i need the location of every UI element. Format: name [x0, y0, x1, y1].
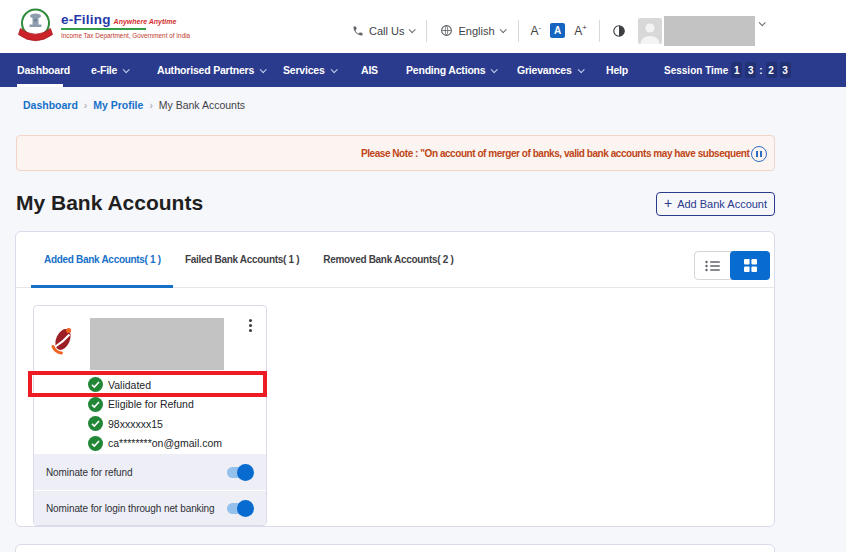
- top-header: e-Filing Anywhere Anytime Income Tax Dep…: [0, 0, 846, 53]
- call-us-label: Call Us: [369, 25, 404, 37]
- chevron-down-icon: [577, 66, 584, 73]
- user-avatar[interactable]: [638, 18, 662, 44]
- brand-tagline: Anywhere Anytime: [114, 18, 177, 25]
- nominate-netbanking-row: Nominate for login through net banking: [34, 490, 266, 526]
- chevron-down-icon: [330, 66, 337, 73]
- tab-failed-bank-accounts[interactable]: Failed Bank Accounts( 1 ): [173, 232, 311, 288]
- nav-authorised-partners[interactable]: Authorised Partners: [157, 53, 265, 87]
- chevron-down-icon: [123, 66, 130, 73]
- header-divider: [426, 20, 427, 42]
- session-digit: 3: [745, 62, 756, 78]
- status-eligible-refund: Eligible for Refund: [34, 395, 266, 415]
- session-digit: 3: [780, 62, 791, 78]
- chevron-down-icon: [260, 66, 267, 73]
- grid-view-button[interactable]: [730, 251, 770, 280]
- check-icon: [88, 416, 103, 431]
- brand-block: e-Filing Anywhere Anytime Income Tax Dep…: [61, 12, 190, 39]
- person-icon: [638, 18, 662, 44]
- next-section-card: [15, 544, 775, 552]
- active-tab-underline: [31, 285, 173, 288]
- list-view-icon: [705, 260, 721, 272]
- nav-help[interactable]: Help: [606, 53, 628, 87]
- session-label: Session Time: [664, 65, 728, 76]
- page-title: My Bank Accounts: [16, 191, 203, 215]
- grid-view-icon: [744, 259, 757, 272]
- check-icon: [88, 436, 103, 451]
- language-menu[interactable]: English: [440, 24, 504, 37]
- tab-added-bank-accounts[interactable]: Added Bank Accounts( 1 ): [32, 232, 173, 288]
- tab-removed-bank-accounts[interactable]: Removed Bank Accounts( 2 ): [311, 232, 465, 288]
- app-root: e-Filing Anywhere Anytime Income Tax Dep…: [0, 0, 846, 552]
- nav-active-underline: [17, 84, 63, 87]
- breadcrumb-separator: ›: [149, 100, 152, 111]
- nominate-netbanking-toggle[interactable]: [227, 500, 254, 517]
- breadcrumb-current: My Bank Accounts: [159, 99, 245, 111]
- breadcrumb-my-profile[interactable]: My Profile: [93, 99, 143, 111]
- user-name-redacted[interactable]: [664, 16, 755, 46]
- check-icon: [88, 397, 103, 412]
- bank-name-redacted: [90, 318, 224, 370]
- notice-banner: Please Note : "On account of merger of b…: [16, 135, 775, 171]
- nav-services[interactable]: Services: [283, 53, 336, 87]
- bank-account-tile: Validated Eligible for Refund 98xxxxxx15…: [33, 305, 267, 526]
- brand-name: e-Filing: [61, 12, 111, 27]
- font-increase-button[interactable]: A+: [574, 23, 587, 38]
- contrast-icon: [612, 24, 626, 38]
- status-email: ca********on@gmail.com: [34, 434, 266, 454]
- pause-marquee-button[interactable]: [751, 146, 767, 162]
- nominate-toggles: Nominate for refund Nominate for login t…: [34, 454, 266, 526]
- chevron-down-icon: [491, 66, 498, 73]
- brand-divider: [61, 28, 146, 30]
- chevron-down-icon: [499, 26, 506, 33]
- phone-icon: [352, 25, 364, 37]
- language-label: English: [458, 25, 494, 37]
- add-bank-account-button[interactable]: + Add Bank Account: [656, 192, 775, 216]
- session-separator: :: [759, 65, 762, 76]
- header-divider: [599, 20, 600, 42]
- bank-logo: [50, 326, 75, 359]
- session-digit: 1: [731, 62, 742, 78]
- nav-efile[interactable]: e-File: [91, 53, 128, 87]
- call-us-menu[interactable]: Call Us: [352, 25, 414, 37]
- font-size-controls: A- A A+: [531, 23, 587, 38]
- breadcrumb-dashboard[interactable]: Dashboard: [23, 99, 78, 111]
- view-toggle: [694, 251, 770, 280]
- font-decrease-button[interactable]: A-: [531, 23, 542, 38]
- chevron-down-icon: [409, 26, 416, 33]
- validated-highlight-annotation: [28, 371, 267, 397]
- session-digit: 2: [766, 62, 777, 78]
- font-normal-button[interactable]: A: [550, 23, 565, 38]
- status-phone: 98xxxxxx15: [34, 414, 266, 434]
- user-menu-chevron-icon[interactable]: [759, 19, 766, 26]
- notice-text: Please Note : "On account of merger of b…: [361, 148, 765, 159]
- breadcrumb: Dashboard › My Profile › My Bank Account…: [23, 99, 245, 111]
- main-nav: Dashboard e-File Authorised Partners Ser…: [0, 53, 846, 87]
- govt-emblem-logo: [17, 7, 54, 51]
- kebab-menu-button[interactable]: [242, 316, 258, 335]
- nav-dashboard[interactable]: Dashboard: [17, 53, 70, 87]
- breadcrumb-separator: ›: [84, 100, 87, 111]
- nominate-refund-toggle[interactable]: [227, 464, 254, 481]
- list-view-button[interactable]: [695, 252, 730, 279]
- plus-icon: +: [664, 195, 672, 211]
- header-controls: Call Us English A- A A+: [352, 4, 764, 57]
- globe-icon: [440, 24, 453, 37]
- session-timer: Session Time 1 3 : 2 3: [664, 53, 791, 87]
- tab-bar: Added Bank Accounts( 1 ) Failed Bank Acc…: [16, 232, 774, 288]
- contrast-toggle[interactable]: [612, 24, 626, 38]
- brand-dept: Income Tax Department, Government of Ind…: [61, 32, 190, 39]
- nav-grievances[interactable]: Grievances: [517, 53, 583, 87]
- nav-ais[interactable]: AIS: [361, 53, 378, 87]
- nav-pending-actions[interactable]: Pending Actions: [406, 53, 496, 87]
- nominate-refund-row: Nominate for refund: [34, 454, 266, 490]
- header-divider: [518, 20, 519, 42]
